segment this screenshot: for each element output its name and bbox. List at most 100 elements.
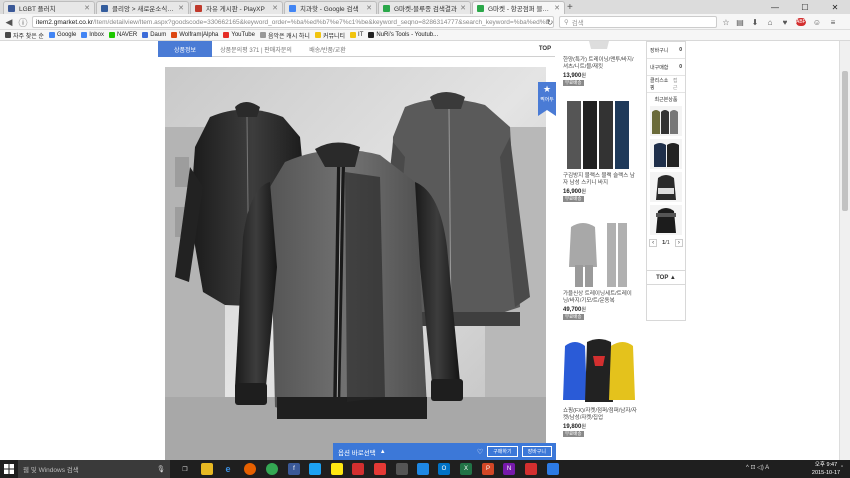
addon-icon[interactable]: ABP — [796, 17, 806, 27]
star-icon[interactable]: ☆ — [721, 17, 731, 27]
taskbar-search[interactable]: 웹 및 Windows 검색 🎙 — [18, 460, 170, 478]
notification-icon[interactable]: ▫ — [841, 464, 843, 470]
page-scrollbar[interactable] — [839, 41, 850, 460]
tab-favicon — [289, 4, 296, 12]
sidebar-club[interactable]: 클리스쇼핑 접근 — [647, 76, 685, 93]
heart-icon[interactable]: ♡ — [477, 448, 483, 456]
product-card[interactable]: 구김방지 블랙스 블랙 슬랙스 남자 남성 스키니 바지 16,900원 무료배… — [563, 99, 637, 202]
outlook-icon[interactable]: O — [438, 463, 450, 475]
powerpoint-icon[interactable]: P — [482, 463, 494, 475]
maximize-button[interactable]: ☐ — [790, 0, 820, 14]
product-card[interactable]: 한양(특가) 트레이닝/맨투/바지/셔츠/니트/블/재킷 13,900원 무료배… — [563, 41, 637, 86]
file-explorer-icon[interactable] — [201, 463, 213, 475]
tab-shipping[interactable]: 배송/반품/교환 — [300, 41, 355, 57]
scrollbar-thumb[interactable] — [842, 71, 848, 211]
close-icon[interactable]: ✕ — [84, 4, 90, 12]
app-icon[interactable] — [525, 463, 537, 475]
bookmark-item[interactable]: YouTube — [223, 32, 255, 38]
chevron-up-icon[interactable]: ▲ — [380, 449, 386, 455]
close-icon[interactable]: ✕ — [554, 4, 560, 12]
tab-product-info[interactable]: 상품정보 — [158, 41, 212, 57]
bookmark-item[interactable]: 자주 찾은 순 — [5, 31, 44, 40]
firefox-icon[interactable] — [244, 463, 256, 475]
search-input[interactable]: ⚲ 검색 — [559, 16, 717, 28]
sidebar-purchases[interactable]: 내구매함 0 — [647, 59, 685, 76]
buy-now-button[interactable]: 구매하기 — [487, 446, 518, 457]
system-tray[interactable]: ^ ⊡ ◁) A — [746, 464, 769, 471]
bookmark-item[interactable]: Daum — [142, 32, 166, 38]
home-icon[interactable]: ⌂ — [765, 17, 775, 27]
product-card[interactable]: 가을신상 트레이닝세트/트레이닝/바지/기모/트/운동복 49,700원 무료배… — [563, 217, 637, 320]
bookmark-item[interactable]: 커뮤니티 — [314, 31, 345, 40]
bookmark-item[interactable]: NuRi's Tools - Youtub... — [368, 32, 438, 38]
tab-1[interactable]: LGBT 플러치 ✕ — [3, 1, 95, 14]
tab-reviews[interactable]: 상품문의평 371 | 판매자문의 — [212, 41, 300, 57]
bookmark-label: IT — [358, 32, 364, 38]
scroll-top-button[interactable]: TOP ▲ — [646, 270, 686, 285]
bookmark-label: NuRi's Tools - Youtub... — [376, 32, 439, 38]
close-icon[interactable]: ✕ — [272, 4, 278, 12]
bookmark-item[interactable]: IT — [350, 32, 363, 38]
smiley-icon[interactable]: ☺ — [812, 17, 822, 27]
close-window-button[interactable]: ✕ — [820, 0, 850, 14]
kakaotalk-icon[interactable] — [331, 463, 343, 475]
minimize-button[interactable]: — — [760, 0, 790, 14]
product-image — [165, 67, 546, 460]
reload-icon[interactable]: ↻ — [545, 17, 555, 27]
back-arrow-icon[interactable]: ◀ — [3, 16, 15, 28]
bookmark-item[interactable]: 음악은 캐시 하니 — [259, 31, 310, 40]
add-to-cart-button[interactable]: 장바구니 — [521, 446, 552, 457]
edge-icon[interactable]: e — [222, 463, 234, 475]
windows-start-icon[interactable] — [0, 460, 18, 478]
app-icon[interactable] — [547, 463, 559, 475]
bookmark-item[interactable]: Inbox — [81, 32, 104, 38]
menu-icon[interactable]: ≡ — [828, 17, 838, 27]
bookmark-item[interactable]: Wolfram|Alpha — [171, 32, 218, 38]
recent-item-thumbnail[interactable] — [650, 172, 682, 202]
app-icon[interactable] — [352, 463, 364, 475]
bookmark-label: Inbox — [89, 32, 104, 38]
download-icon[interactable]: ⬇ — [750, 17, 760, 27]
product-card[interactable]: 쇼핑(FX)/자켓/점퍼/점퍼/남자/자켓/남성/자켓/집업 19,800원 무… — [563, 336, 637, 437]
tab-label: G마켓 - 항공점퍼 블루종 ... — [488, 6, 551, 13]
prev-page-button[interactable]: ‹ — [649, 239, 658, 247]
recent-item-thumbnail[interactable] — [650, 106, 682, 136]
clock[interactable]: 오후 9:47 2015-10-17 — [806, 461, 846, 477]
youtube-icon — [223, 32, 230, 38]
close-icon[interactable]: ✕ — [460, 4, 466, 12]
facebook-icon[interactable]: f — [288, 463, 300, 475]
next-page-button[interactable]: › — [674, 239, 683, 247]
bookmark-item[interactable]: NAVER — [108, 32, 137, 38]
club-status: 접근 — [672, 78, 678, 91]
bookmark-ribbon[interactable]: ★ 찍어두 — [538, 82, 556, 116]
close-icon[interactable]: ✕ — [366, 4, 372, 12]
tab-top[interactable]: TOP — [535, 41, 555, 57]
video-player-icon[interactable] — [374, 463, 386, 475]
option-select-label[interactable]: 옵션 바로선택 — [338, 447, 376, 457]
recent-item-thumbnail[interactable] — [650, 205, 682, 235]
excel-icon[interactable]: X — [460, 463, 472, 475]
url-bar[interactable]: item2.gmarket.co.kr /Item/detailview/Ite… — [32, 16, 554, 28]
task-view-icon[interactable]: ❐ — [179, 463, 191, 475]
store-icon[interactable] — [417, 463, 429, 475]
tab-3[interactable]: 자유 게시판 - PlayXP ✕ — [190, 1, 283, 14]
info-icon[interactable]: ⓘ — [17, 16, 29, 28]
tab-2[interactable]: 클리앙 > 새로운소식 1 ... ✕ — [96, 1, 189, 14]
terminal-icon[interactable] — [396, 463, 408, 475]
onenote-icon[interactable]: N — [503, 463, 515, 475]
sidebar-cart[interactable]: 장바구니 0 — [647, 42, 685, 59]
reading-list-icon[interactable]: ▤ — [735, 17, 745, 27]
recent-item-thumbnail[interactable] — [650, 139, 682, 169]
chrome-icon[interactable] — [266, 463, 278, 475]
product-thumbnail — [563, 336, 635, 406]
tab-4[interactable]: 치과핫 - Google 검색 ✕ — [284, 1, 377, 14]
pocket-icon[interactable]: ♥ — [780, 17, 790, 27]
microphone-icon[interactable]: 🎙 — [157, 465, 165, 473]
new-tab-button[interactable]: + — [567, 2, 573, 13]
tab-6-active[interactable]: G마켓 - 항공점퍼 블루종 ... ✕ — [472, 1, 565, 14]
close-icon[interactable]: ✕ — [178, 4, 184, 12]
tab-5[interactable]: G마켓-블루종 검색결과 ✕ — [378, 1, 471, 14]
bookmark-item[interactable]: Google — [48, 32, 76, 38]
twitter-icon[interactable] — [309, 463, 321, 475]
star-icon: ★ — [542, 84, 552, 94]
